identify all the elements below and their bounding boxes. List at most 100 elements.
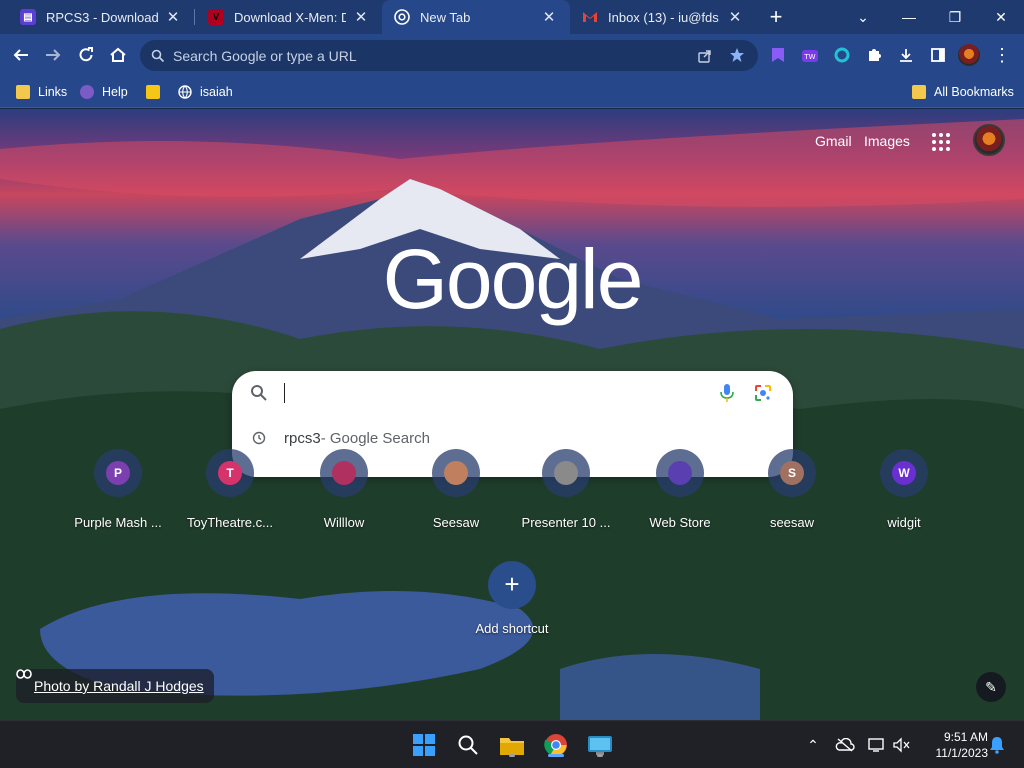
extensions-puzzle-icon[interactable] (862, 43, 886, 67)
close-window-button[interactable]: ✕ (978, 0, 1024, 34)
clock-time: 9:51 AM (943, 730, 988, 744)
shortcut-icon (542, 449, 590, 497)
clock-date: 11/1/2023 (935, 746, 989, 760)
text-caret (284, 383, 285, 403)
close-tab-icon[interactable]: ✕ (352, 8, 370, 26)
back-button[interactable] (8, 42, 34, 68)
bookmark-links[interactable]: Links (16, 82, 67, 102)
taskbar: ⌃ 9:51 AM 11/1/2023 (0, 720, 1024, 768)
omnibox-placeholder: Search Google or type a URL (173, 47, 357, 64)
more-menu-icon[interactable]: ⋮ (990, 43, 1014, 67)
yellow-app-favicon-icon (146, 85, 160, 99)
extension-tw-icon[interactable]: TW (798, 43, 822, 67)
bookmarks-bar: Links Help isaiah All Bookmarks (0, 76, 1024, 108)
share-icon[interactable] (697, 48, 713, 64)
google-logo: Google (382, 232, 644, 326)
shortcut-web-store[interactable]: Web Store (626, 449, 734, 539)
tab-strip: ▤ RPCS3 - Download ✕ V Download X-Men: D… (0, 0, 1024, 34)
restore-button[interactable]: ❐ (932, 0, 978, 34)
clock[interactable]: 9:51 AM 11/1/2023 (920, 729, 989, 761)
bookmark-isaiah[interactable]: isaiah (178, 82, 233, 102)
xmen-favicon-icon: V (208, 9, 224, 25)
folder-icon (16, 85, 30, 99)
suggestion-suffix: - Google Search (320, 429, 430, 447)
shortcut-seesaw[interactable]: Seesaw (402, 449, 510, 539)
account-avatar[interactable] (973, 124, 1005, 156)
profile-avatar[interactable] (957, 43, 981, 67)
close-tab-icon[interactable]: ✕ (164, 8, 182, 26)
tab-divider (194, 9, 195, 25)
side-panel-icon[interactable] (926, 43, 950, 67)
home-button[interactable] (105, 42, 131, 68)
reload-button[interactable] (73, 42, 99, 68)
show-hidden-icons-chevron[interactable]: ⌃ (802, 735, 824, 755)
add-shortcut-button[interactable]: + Add shortcut (458, 561, 566, 636)
search-icon (151, 49, 165, 62)
all-bookmarks[interactable]: All Bookmarks (912, 82, 1014, 102)
notification-bell-icon[interactable] (986, 735, 1008, 755)
svg-text:TW: TW (803, 53, 815, 61)
close-tab-icon[interactable]: ✕ (540, 8, 558, 26)
shortcut-toytheatre[interactable]: T ToyTheatre.c... (176, 449, 284, 539)
shortcut-willlow[interactable]: Willlow (290, 449, 398, 539)
running-indicator (509, 754, 515, 757)
shortcut-icon: T (206, 449, 254, 497)
volume-muted-icon[interactable] (890, 735, 912, 755)
tab-rpcs3[interactable]: ▤ RPCS3 - Download ✕ (8, 0, 194, 34)
downloads-icon[interactable] (894, 43, 918, 67)
onedrive-icon[interactable] (834, 735, 856, 755)
shortcut-seesaw-2[interactable]: S seesaw (738, 449, 846, 539)
forward-button[interactable] (40, 42, 66, 68)
customize-pencil-icon[interactable]: ✎ (976, 672, 1006, 702)
back-arrow-icon (13, 49, 28, 61)
running-indicator (597, 754, 603, 757)
history-clock-icon (252, 431, 266, 445)
extension-cyan-circle-icon[interactable] (830, 43, 854, 67)
chrome-favicon-icon (394, 9, 410, 25)
voice-search-icon[interactable] (720, 383, 734, 403)
shortcut-icon: W (880, 449, 928, 497)
bookmark-star-icon[interactable] (729, 47, 745, 63)
shortcut-icon (320, 449, 368, 497)
globe-icon (178, 85, 192, 99)
extension-purple-bookmark-icon[interactable] (766, 43, 790, 67)
omnibox[interactable]: Search Google or type a URL (140, 40, 758, 71)
windows-start-icon[interactable] (408, 729, 440, 761)
forward-arrow-icon (46, 49, 61, 61)
chrome-taskbar-icon[interactable] (540, 729, 572, 761)
network-icon[interactable] (866, 735, 888, 755)
shortcut-purple-mash[interactable]: P Purple Mash ... (64, 449, 172, 539)
bookmark-yellow-app[interactable] (146, 82, 168, 102)
folder-icon (912, 85, 926, 99)
shortcut-icon: S (768, 449, 816, 497)
gmail-favicon-icon (582, 9, 598, 25)
search-input[interactable] (280, 379, 700, 407)
tab-xmen[interactable]: V Download X-Men: Dest ✕ (196, 0, 382, 34)
shortcut-icon: P (94, 449, 142, 497)
google-apps-icon[interactable] (932, 133, 950, 151)
home-icon (110, 47, 126, 62)
gmail-link[interactable]: Gmail (815, 133, 852, 149)
suggestion-term: rpcs3 (284, 429, 321, 447)
search-input-row[interactable] (232, 371, 793, 415)
tab-search-chevron-icon[interactable]: ⌄ (840, 0, 886, 34)
tab-new-tab[interactable]: New Tab ✕ (382, 0, 570, 34)
shortcut-widgit[interactable]: W widgit (850, 449, 958, 539)
close-tab-icon[interactable]: ✕ (726, 8, 744, 26)
search-icon (251, 385, 267, 401)
photo-credit[interactable]: Photo by Randall J Hodges (16, 669, 214, 703)
shortcut-presenter[interactable]: Presenter 10 ... (512, 449, 620, 539)
bookmark-help[interactable]: Help (80, 82, 128, 102)
minimize-button[interactable]: — (886, 0, 932, 34)
reload-icon (79, 47, 93, 62)
file-explorer-icon[interactable] (496, 729, 528, 761)
remote-desktop-icon[interactable] (584, 729, 616, 761)
images-link[interactable]: Images (864, 133, 910, 149)
link-icon (16, 669, 32, 679)
lens-search-icon[interactable] (754, 384, 772, 402)
shortcut-icon (432, 449, 480, 497)
taskbar-search-icon[interactable] (452, 729, 484, 761)
tab-gmail-inbox[interactable]: Inbox (13) - iu@fds.org ✕ (570, 0, 756, 34)
new-tab-button[interactable]: + (764, 6, 788, 30)
rpcs3-favicon-icon: ▤ (20, 9, 36, 25)
